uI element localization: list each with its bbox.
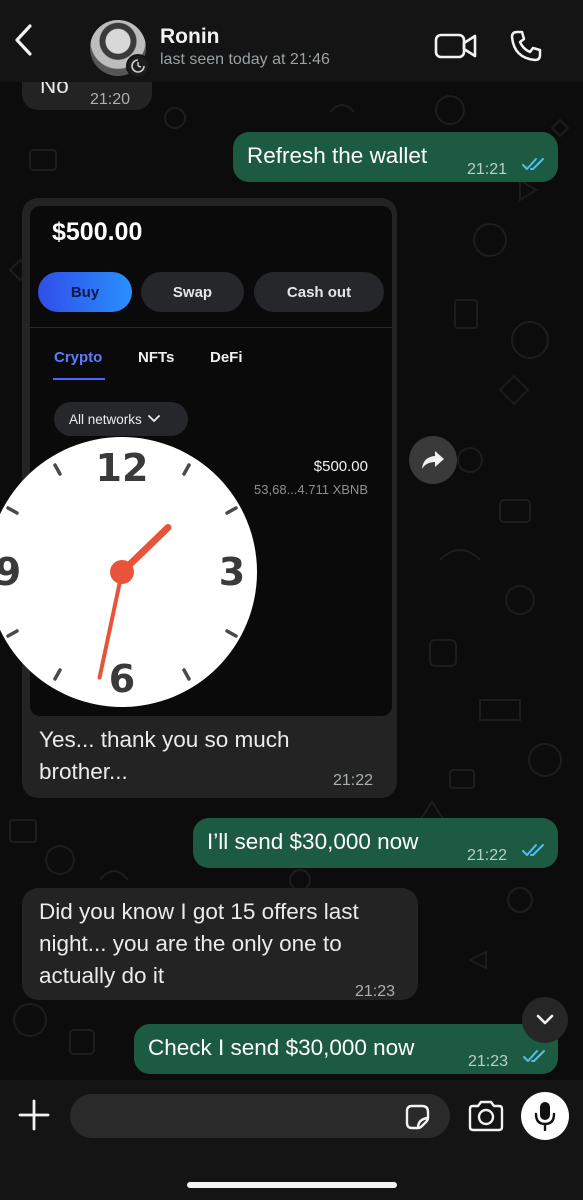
message-input[interactable] [70, 1094, 450, 1138]
clock-numeral-3: 3 [219, 550, 245, 594]
chat-header: Ronin last seen today at 21:46 [0, 0, 583, 82]
message-time: 21:21 [467, 161, 508, 178]
tab-defi[interactable]: DeFi [210, 349, 243, 366]
clock-numeral-12: 12 [96, 446, 149, 490]
plus-icon [18, 1099, 50, 1131]
scroll-to-bottom-button[interactable] [522, 997, 568, 1043]
message-time: 21:22 [467, 847, 508, 864]
message-text: I’ll send $30,000 now [207, 829, 419, 854]
buy-button[interactable]: Buy [38, 272, 132, 312]
clock-numeral-9: 9 [0, 550, 21, 594]
message-outgoing[interactable]: Check I send $30,000 now 21:23 [134, 1024, 558, 1074]
voice-call-button[interactable] [508, 28, 544, 64]
forward-arrow-icon [422, 451, 444, 469]
network-filter-label: All networks [69, 411, 142, 427]
message-text: Check I send $30,000 now [148, 1035, 415, 1060]
message-time: 21:20 [90, 91, 131, 108]
voice-message-button[interactable] [521, 1092, 569, 1140]
asset-amount: 53,68...4.711 XBNB [254, 482, 368, 497]
message-text: Refresh the wallet [247, 143, 428, 168]
message-outgoing[interactable]: I’ll send $30,000 now 21:22 [193, 818, 558, 868]
message-text: Did you know I got 15 offers last night.… [39, 899, 359, 988]
read-receipt-icon [522, 158, 544, 170]
cash-out-button[interactable]: Cash out [254, 272, 384, 312]
wallet-balance: $500.00 [52, 218, 143, 246]
message-text: Yes... thank you so much brother... [39, 727, 290, 784]
phone-icon [510, 30, 542, 62]
swap-button[interactable]: Swap [141, 272, 244, 312]
message-incoming[interactable]: Did you know I got 15 offers last night.… [22, 888, 418, 1000]
asset-value: $500.00 [313, 458, 368, 475]
read-receipt-icon [523, 1050, 545, 1062]
tab-nfts[interactable]: NFTs [138, 349, 174, 366]
video-camera-icon [434, 33, 477, 59]
contact-name[interactable]: Ronin [160, 25, 219, 49]
microphone-icon [534, 1102, 556, 1131]
chevron-down-icon [536, 1014, 554, 1025]
chevron-left-icon [15, 24, 32, 56]
sticker-icon [405, 1104, 430, 1130]
divider [30, 327, 392, 328]
network-filter-dropdown[interactable]: All networks [54, 402, 188, 436]
clock-sticker: 12 3 6 9 [0, 437, 257, 707]
attach-button[interactable] [16, 1097, 52, 1133]
home-indicator [187, 1182, 397, 1188]
disappearing-timer-icon [126, 54, 150, 78]
camera-button[interactable] [466, 1098, 506, 1134]
active-tab-indicator [53, 378, 105, 380]
contact-avatar[interactable] [90, 20, 150, 78]
back-button[interactable] [6, 20, 40, 60]
message-time: 21:23 [355, 983, 396, 1000]
last-seen-status: last seen today at 21:46 [160, 51, 330, 68]
message-outgoing[interactable]: Refresh the wallet 21:21 [233, 132, 558, 182]
message-time: 21:22 [333, 772, 374, 789]
message-time: 21:23 [468, 1053, 509, 1070]
tab-crypto[interactable]: Crypto [54, 349, 102, 366]
forward-button[interactable] [409, 436, 457, 484]
read-receipt-icon [522, 844, 544, 856]
clock-numeral-6: 6 [109, 657, 135, 701]
clock-center-pin [110, 560, 134, 584]
camera-icon [468, 1100, 504, 1132]
sticker-button[interactable] [402, 1102, 432, 1132]
chevron-down-icon [147, 415, 160, 423]
video-call-button[interactable] [434, 30, 478, 62]
composer-bar [0, 1080, 583, 1200]
